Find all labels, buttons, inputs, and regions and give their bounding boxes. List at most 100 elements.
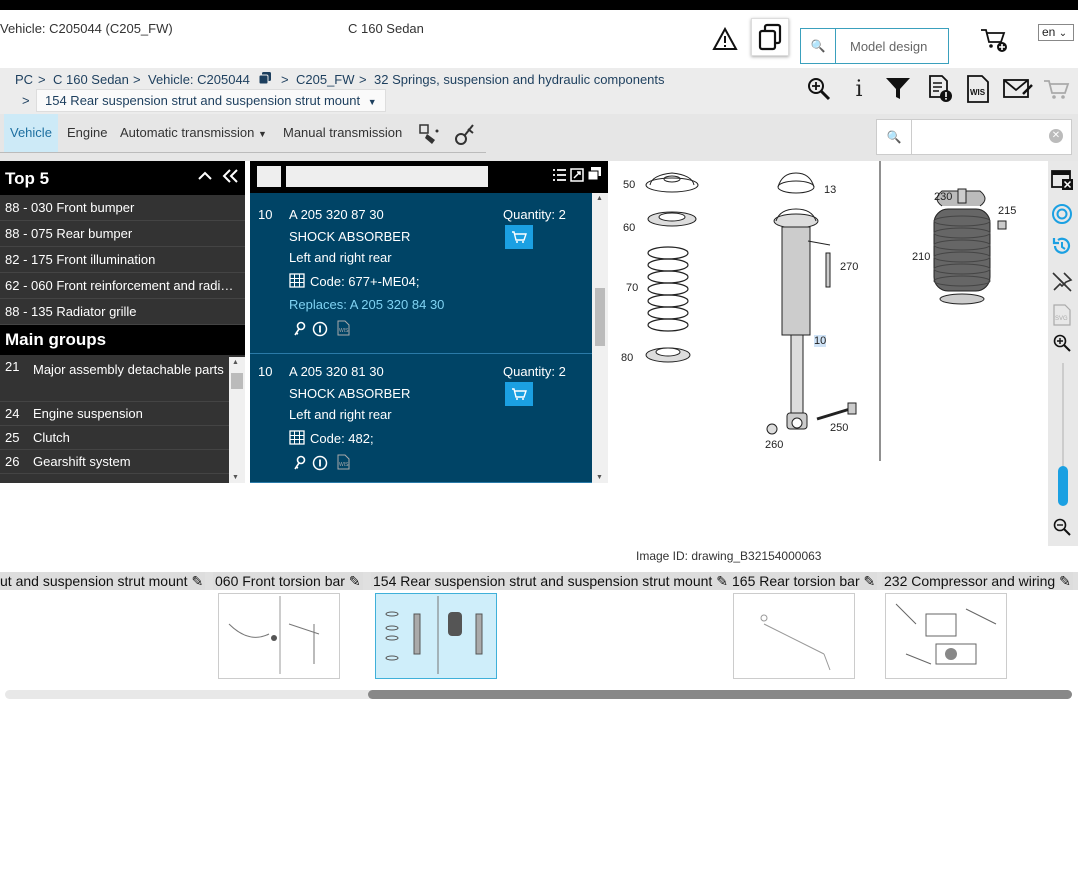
parts-filter-input[interactable] (286, 166, 488, 187)
thumbnail-title[interactable]: 232 Compressor and wiring ✎ (882, 572, 1073, 590)
callout-label[interactable]: 80 (621, 352, 633, 364)
model-search-input[interactable]: Model design (836, 29, 948, 63)
thumbnail-image[interactable] (733, 593, 855, 679)
thumbnail-title[interactable]: ut and suspension strut mount ✎ (0, 572, 206, 590)
paint-icon[interactable] (416, 121, 442, 147)
parts-scrollbar[interactable]: ▲ ▼ (592, 193, 608, 483)
top5-item[interactable]: 88 - 030 Front bumper (0, 195, 245, 221)
top5-item[interactable]: 88 - 135 Radiator grille (0, 299, 245, 325)
callout-label[interactable]: 250 (830, 422, 848, 434)
group-item[interactable]: 25 Clutch (0, 426, 229, 450)
group-item[interactable]: 24 Engine suspension (0, 402, 229, 426)
callout-label[interactable]: 60 (623, 222, 635, 234)
key-icon[interactable] (292, 455, 306, 471)
subgroup-select[interactable]: 154 Rear suspension strut and suspension… (36, 89, 386, 112)
document-warning-icon[interactable] (926, 74, 954, 104)
zoom-in-icon[interactable] (1052, 333, 1072, 353)
thumbnail-title[interactable]: 060 Front torsion bar ✎ (213, 572, 363, 590)
tab-manual-transmission[interactable]: Manual transmission (277, 114, 408, 152)
select-all-checkbox[interactable] (257, 166, 281, 187)
exploded-drawing[interactable]: 50 60 70 80 13 270 10 250 260 230 215 21… (612, 161, 1048, 466)
search-icon[interactable]: 🔍 (801, 29, 836, 63)
horizontal-scrollbar[interactable] (5, 690, 1072, 699)
collapse-up-icon[interactable] (196, 167, 214, 185)
top5-item[interactable]: 62 - 060 Front reinforcement and radiato… (0, 273, 245, 299)
warning-icon[interactable] (710, 24, 740, 54)
horizontal-scrollbar-thumb[interactable] (368, 690, 1072, 699)
tab-engine[interactable]: Engine (61, 114, 113, 152)
callout-label[interactable]: 13 (824, 184, 836, 196)
top5-item[interactable]: 82 - 175 Front illumination (0, 247, 245, 273)
info-circle-icon[interactable] (312, 455, 328, 471)
edit-icon[interactable]: ✎ (191, 573, 203, 589)
collapse-left-icon[interactable] (220, 167, 240, 185)
search-icon[interactable]: 🔍 (877, 120, 912, 154)
edit-icon[interactable]: ✎ (1059, 573, 1071, 589)
part-number[interactable]: A 205 320 81 30 (289, 364, 384, 379)
info-circle-icon[interactable] (312, 321, 328, 337)
thumbnail-image[interactable] (885, 593, 1007, 679)
edit-icon[interactable]: ✎ (349, 573, 361, 589)
groups-scrollbar[interactable]: ▲ ▼ (229, 357, 245, 483)
part-item[interactable]: 10 A 205 320 87 30 Quantity: 2 SHOCK ABS… (250, 193, 592, 354)
group-item[interactable]: 21 Major assembly detachable parts (0, 355, 229, 402)
breadcrumb-group[interactable]: 32 Springs, suspension and hydraulic com… (374, 72, 665, 87)
svg-download-icon[interactable]: SVG (1052, 304, 1072, 326)
add-to-cart-button[interactable] (505, 225, 533, 249)
zoom-in-icon[interactable] (806, 76, 832, 102)
callout-label[interactable]: 210 (912, 251, 930, 263)
thumbnail-image[interactable] (218, 593, 340, 679)
part-item[interactable]: 10 A 205 320 81 30 Quantity: 2 SHOCK ABS… (250, 354, 592, 483)
breadcrumb-type[interactable]: C205_FW (296, 72, 355, 87)
mail-icon[interactable] (1002, 76, 1034, 102)
callout-label[interactable]: 50 (623, 179, 635, 191)
svg-text:WIS: WIS (339, 462, 349, 468)
zoom-slider-thumb[interactable] (1058, 466, 1068, 506)
filter-icon[interactable] (884, 76, 912, 102)
thumbnail-image-selected[interactable] (375, 593, 497, 679)
copy-vehicle-icon[interactable] (258, 71, 272, 85)
info-icon[interactable]: i (848, 76, 870, 102)
breadcrumb-vehicle[interactable]: Vehicle: C205044 (148, 72, 250, 87)
clear-icon[interactable]: ✕ (1049, 129, 1063, 143)
parts-search[interactable]: 🔍 ✕ (876, 119, 1072, 155)
pin-off-icon[interactable] (1051, 271, 1073, 293)
list-view-icon[interactable] (552, 168, 567, 182)
part-number[interactable]: A 205 320 87 30 (289, 207, 384, 222)
callout-label[interactable]: 230 (934, 191, 952, 203)
wis-document-icon[interactable]: WIS (964, 74, 992, 104)
parts-search-input[interactable]: ✕ (912, 120, 1071, 154)
callout-label[interactable]: 260 (765, 439, 783, 451)
thumbnail-title[interactable]: 154 Rear suspension strut and suspension… (371, 572, 730, 590)
wis-icon[interactable]: WIS (337, 320, 350, 336)
edit-icon[interactable]: ✎ (716, 573, 728, 589)
callout-label-highlighted[interactable]: 10 (814, 335, 827, 347)
close-drawing-icon[interactable] (1050, 169, 1074, 191)
callout-label[interactable]: 270 (840, 261, 858, 273)
model-search[interactable]: 🔍 Model design (800, 28, 949, 64)
language-select[interactable]: en ⌄ (1038, 24, 1074, 41)
tab-vehicle[interactable]: Vehicle (4, 114, 58, 152)
breadcrumb-model[interactable]: C 160 Sedan (53, 72, 129, 87)
wis-icon[interactable]: WIS (337, 454, 350, 470)
tools-icon[interactable] (452, 121, 478, 147)
history-icon[interactable] (1051, 235, 1073, 257)
zoom-out-icon[interactable] (1052, 517, 1072, 537)
callout-label[interactable]: 215 (998, 205, 1016, 217)
cart-icon[interactable] (1042, 78, 1072, 102)
popout-icon[interactable] (587, 166, 602, 181)
add-cart-icon[interactable] (978, 26, 1010, 54)
target-icon[interactable] (1051, 203, 1073, 225)
callout-label[interactable]: 70 (626, 282, 638, 294)
copy-icon[interactable] (751, 18, 789, 56)
group-item[interactable]: 26 Gearshift system (0, 450, 229, 474)
add-to-cart-button[interactable] (505, 382, 533, 406)
expand-icon[interactable] (570, 168, 584, 182)
breadcrumb-pc[interactable]: PC (15, 72, 33, 87)
key-icon[interactable] (292, 321, 306, 337)
top5-item[interactable]: 88 - 075 Rear bumper (0, 221, 245, 247)
thumbnail-title[interactable]: 165 Rear torsion bar ✎ (730, 572, 878, 590)
tab-automatic-transmission[interactable]: Automatic transmission ▼ (114, 114, 273, 152)
edit-icon[interactable]: ✎ (864, 573, 876, 589)
part-replaces[interactable]: Replaces: A 205 320 84 30 (289, 297, 444, 312)
